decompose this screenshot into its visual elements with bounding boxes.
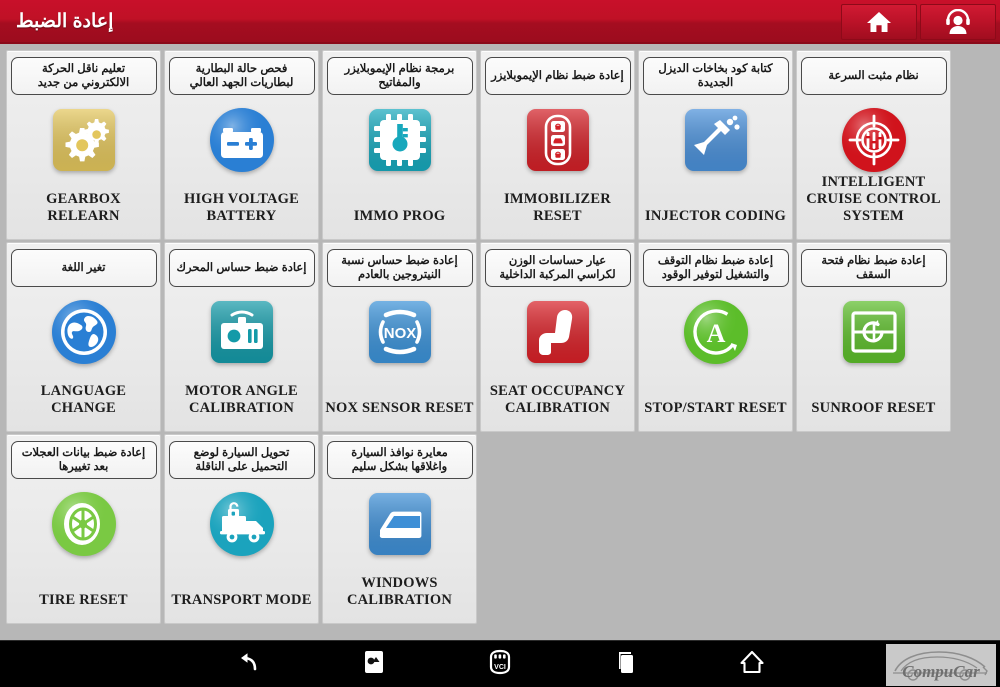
card-arabic-label: إعادة ضبط حساس نسبة النيتروجين بالعادم	[326, 249, 473, 287]
recent-apps-icon	[614, 649, 638, 680]
truck-lock-icon	[206, 488, 278, 560]
navbar-buttons: VCI	[200, 641, 800, 687]
card-title: HIGH VOLTAGE BATTERY	[183, 191, 300, 224]
home-outline-icon	[739, 649, 765, 680]
card-arabic-label: تعليم ناقل الحركة الالكتروني من جديد	[10, 57, 157, 95]
function-card[interactable]: إعادة ضبط حساس المحرك MOTOR ANGLE CALIBR…	[164, 242, 319, 432]
car-window-icon	[364, 488, 436, 560]
card-title: INJECTOR CODING	[645, 208, 786, 224]
headset-user-icon	[944, 9, 972, 35]
card-arabic-label: إعادة ضبط حساس المحرك	[168, 249, 315, 287]
watermark-text: CompuCar	[902, 662, 980, 681]
card-title: MOTOR ANGLE CALIBRATION	[185, 383, 298, 416]
card-title: NOX SENSOR RESET	[325, 400, 474, 416]
system-navbar: VCI CompuCar	[0, 640, 1000, 687]
function-card[interactable]: إعادة ضبط نظام الإيموبلايزر IMMOBILIZER …	[480, 50, 635, 240]
function-card[interactable]: كتابة كود بخاخات الديزل الجديدة INJECTOR…	[638, 50, 793, 240]
car-key-fob-icon	[522, 104, 594, 176]
card-arabic-label: نظام مثبت السرعة	[800, 57, 947, 95]
radar-target-icon	[838, 104, 910, 176]
vci-button[interactable]: VCI	[474, 645, 526, 685]
card-title: TRANSPORT MODE	[171, 592, 312, 608]
card-arabic-label: تحويل السيارة لوضع التحميل على الناقلة	[168, 441, 315, 479]
car-seat-icon	[522, 296, 594, 368]
function-card[interactable]: إعادة ضبط بيانات العجلات بعد تغييرها TIR…	[6, 434, 161, 624]
card-title: INTELLIGENT CRUISE CONTROL SYSTEM	[806, 174, 941, 224]
card-arabic-label: إعادة ضبط نظام التوقف والتشغيل لتوفير ال…	[642, 249, 789, 287]
card-title: GEARBOX RELEARN	[46, 191, 121, 224]
battery-icon	[206, 104, 278, 176]
compucar-watermark: CompuCar	[886, 644, 996, 686]
header-button-group	[841, 4, 996, 40]
card-arabic-label: إعادة ضبط نظام الإيموبلايزر	[484, 57, 631, 95]
function-card[interactable]: عيار حساسات الوزن لكراسي المركبة الداخلي…	[480, 242, 635, 432]
card-arabic-label: كتابة كود بخاخات الديزل الجديدة	[642, 57, 789, 95]
function-card[interactable]: تحويل السيارة لوضع التحميل على الناقلة T…	[164, 434, 319, 624]
injector-icon	[680, 104, 752, 176]
card-title: LANGUAGE CHANGE	[40, 383, 127, 416]
svg-text:NOX: NOX	[383, 325, 416, 342]
nox-icon: NOX	[364, 296, 436, 368]
card-title: SEAT OCCUPANCY CALIBRATION	[489, 383, 626, 416]
gears-icon	[48, 104, 120, 176]
function-card[interactable]: إعادة ضبط نظام فتحة السقف SUNROOF RESET	[796, 242, 951, 432]
home-nav-button[interactable]	[726, 645, 778, 685]
card-title: IMMO PROG	[353, 208, 446, 224]
motor-sensor-icon	[206, 296, 278, 368]
vci-connector-icon: VCI	[486, 648, 514, 681]
support-button[interactable]	[920, 4, 996, 40]
home-icon	[866, 10, 892, 34]
sunroof-icon	[838, 296, 910, 368]
function-card[interactable]: إعادة ضبط نظام التوقف والتشغيل لتوفير ال…	[638, 242, 793, 432]
image-icon	[363, 649, 385, 680]
card-arabic-label: عيار حساسات الوزن لكراسي المركبة الداخلي…	[484, 249, 631, 287]
card-title: IMMOBILIZER RESET	[504, 191, 611, 224]
card-title: SUNROOF RESET	[811, 400, 936, 416]
recents-button[interactable]	[600, 645, 652, 685]
svg-text:VCI: VCI	[494, 664, 506, 671]
card-title: STOP/START RESET	[644, 400, 787, 416]
card-arabic-label: إعادة ضبط بيانات العجلات بعد تغييرها	[10, 441, 157, 479]
app-header: إعادة الضبط	[0, 0, 1000, 44]
function-card[interactable]: تغير اللغة LANGUAGE CHANGE	[6, 242, 161, 432]
function-card[interactable]: برمجة نظام الإيموبلايزر والمفاتيح IMMO P…	[322, 50, 477, 240]
function-card[interactable]: نظام مثبت السرعة INTELLIGENT CRUISE CONT…	[796, 50, 951, 240]
screenshot-button[interactable]	[348, 645, 400, 685]
function-card[interactable]: إعادة ضبط حساس نسبة النيتروجين بالعادم N…	[322, 242, 477, 432]
card-title: TIRE RESET	[39, 592, 128, 608]
back-button[interactable]	[222, 645, 274, 685]
function-card[interactable]: فحص حالة البطارية لبطاريات الجهد العالي …	[164, 50, 319, 240]
function-card[interactable]: تعليم ناقل الحركة الالكتروني من جديد GEA…	[6, 50, 161, 240]
tire-icon	[48, 488, 120, 560]
card-arabic-label: برمجة نظام الإيموبلايزر والمفاتيح	[326, 57, 473, 95]
function-card[interactable]: معايرة نوافذ السيارة واغلاقها بشكل سليم …	[322, 434, 477, 624]
auto-start-stop-icon: A	[680, 296, 752, 368]
home-button[interactable]	[841, 4, 917, 40]
card-arabic-label: معايرة نوافذ السيارة واغلاقها بشكل سليم	[326, 441, 473, 479]
globe-icon	[48, 296, 120, 368]
page-title: إعادة الضبط	[16, 10, 114, 32]
reset-functions-screen: إعادة الضبط تعليم ناقل الحركة الالكتروني…	[0, 0, 1000, 687]
function-grid: تعليم ناقل الحركة الالكتروني من جديد GEA…	[0, 46, 1000, 640]
svg-text:A: A	[706, 319, 725, 348]
chip-key-icon	[364, 104, 436, 176]
card-arabic-label: إعادة ضبط نظام فتحة السقف	[800, 249, 947, 287]
card-arabic-label: تغير اللغة	[10, 249, 157, 287]
card-arabic-label: فحص حالة البطارية لبطاريات الجهد العالي	[168, 57, 315, 95]
back-arrow-icon	[235, 650, 261, 679]
card-title: WINDOWS CALIBRATION	[346, 575, 453, 608]
